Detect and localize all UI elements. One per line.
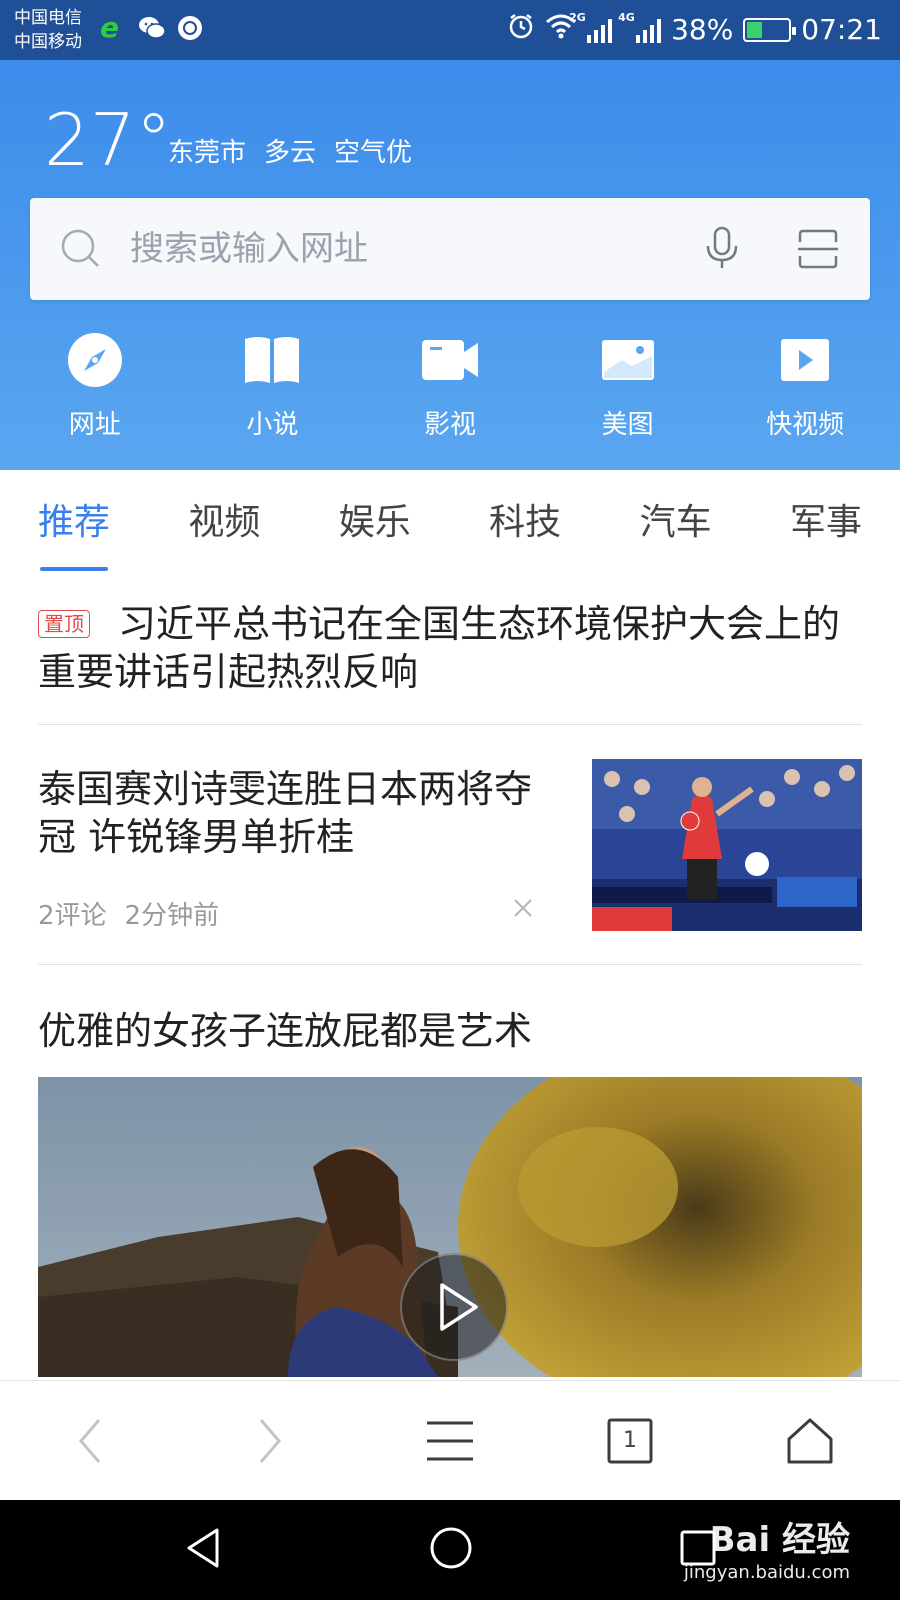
- quick-nav: 网址 小说 影视 美图 快视频: [0, 330, 900, 460]
- video-camera-icon: [420, 330, 480, 390]
- tab-video[interactable]: 视频: [188, 493, 260, 557]
- tab-entertainment[interactable]: 娱乐: [339, 493, 411, 557]
- baidu-watermark: Bai 经验 jingyan.baidu.com: [660, 1500, 860, 1600]
- status-indicators: 2G 4G 38% 07:21: [507, 11, 882, 47]
- weather-city: 东莞市: [168, 138, 247, 168]
- browser-toolbar: 1: [0, 1380, 900, 1500]
- chevron-left-icon: [79, 1418, 101, 1463]
- watermark-logo: Bai 经验: [709, 1520, 850, 1560]
- video-thumbnail[interactable]: [38, 1077, 862, 1377]
- network-type-2: 4G: [618, 10, 635, 24]
- browser-e-icon: e: [100, 11, 119, 44]
- circle-home-icon: [430, 1527, 472, 1569]
- microphone-icon[interactable]: [704, 226, 740, 276]
- pinned-badge: 置顶: [38, 610, 90, 638]
- menu-button[interactable]: [410, 1401, 490, 1481]
- browser-home-header: 27° 东莞市 多云 空气优 搜索或输入网址 网址 小说 影视 美图 快视频: [0, 60, 900, 470]
- tab-recommended[interactable]: 推荐: [38, 493, 110, 571]
- quick-nav-label: 美图: [601, 410, 654, 440]
- article-title: 泰国赛刘诗雯连胜日本两将夺冠 许锐锋男单折桂: [38, 767, 533, 859]
- tab-military[interactable]: 军事: [790, 493, 862, 557]
- search-icon: [60, 228, 102, 274]
- system-back-button[interactable]: [183, 1526, 223, 1574]
- tabs-button[interactable]: 1: [590, 1401, 670, 1481]
- status-bar: 中国电信 中国移动 e 2G 4G 38% 07:21: [0, 0, 900, 60]
- weather-info[interactable]: 东莞市 多云 空气优: [168, 132, 412, 169]
- search-bar[interactable]: 搜索或输入网址: [30, 198, 870, 300]
- system-home-button[interactable]: [429, 1526, 473, 1574]
- play-video-icon: [775, 330, 835, 390]
- pinned-article[interactable]: 置顶 习近平总书记在全国生态环境保护大会上的重要讲话引起热烈反响: [38, 600, 862, 725]
- book-icon: [242, 330, 302, 390]
- picture-icon: [598, 330, 658, 390]
- quick-nav-label: 小说: [246, 410, 299, 440]
- watermark-url: jingyan.baidu.com: [683, 1562, 850, 1583]
- network-type-1: 2G: [569, 10, 586, 24]
- quick-nav-websites[interactable]: 网址: [15, 330, 175, 460]
- quick-nav-novels[interactable]: 小说: [192, 330, 352, 460]
- category-tabs: 推荐 视频 娱乐 科技 汽车 军事: [0, 470, 900, 580]
- search-input[interactable]: 搜索或输入网址: [130, 228, 368, 270]
- compass-icon: [65, 330, 125, 390]
- news-article[interactable]: 泰国赛刘诗雯连胜日本两将夺冠 许锐锋男单折桂 2评论 2分钟前: [38, 725, 862, 965]
- article-meta: 2评论 2分钟前: [38, 895, 219, 932]
- comment-count: 2评论: [38, 901, 107, 931]
- alarm-icon: [507, 12, 535, 47]
- clock: 07:21: [801, 13, 882, 46]
- carrier-1: 中国电信: [14, 8, 82, 28]
- article-title: 置顶 习近平总书记在全国生态环境保护大会上的重要讲话引起热烈反响: [38, 600, 862, 696]
- forward-button[interactable]: [230, 1401, 310, 1481]
- back-button[interactable]: [50, 1401, 130, 1481]
- triangle-back-icon: [187, 1528, 219, 1568]
- news-feed: 置顶 习近平总书记在全国生态环境保护大会上的重要讲话引起热烈反响 泰国赛刘诗雯连胜…: [38, 600, 862, 1377]
- messenger-icon: [176, 14, 204, 42]
- video-article[interactable]: 优雅的女孩子连放屁都是艺术: [38, 965, 862, 1377]
- wechat-icon: [138, 14, 166, 42]
- quick-nav-movies[interactable]: 影视: [370, 330, 530, 460]
- tab-auto[interactable]: 汽车: [640, 493, 712, 557]
- quick-nav-label: 影视: [423, 410, 476, 440]
- scan-icon[interactable]: [796, 228, 840, 274]
- notification-icons: e: [100, 14, 204, 42]
- signal-2-icon: 4G: [618, 11, 662, 43]
- battery-percent: 38%: [671, 13, 734, 46]
- quick-nav-label: 网址: [68, 410, 121, 440]
- carrier-2: 中国移动: [14, 32, 82, 52]
- quick-nav-label: 快视频: [766, 410, 845, 440]
- weather-condition: 多云: [264, 138, 317, 168]
- air-quality: 空气优: [334, 138, 413, 168]
- temperature[interactable]: 27°: [44, 100, 172, 180]
- home-button[interactable]: [770, 1401, 850, 1481]
- home-icon: [787, 1418, 833, 1463]
- tab-tech[interactable]: 科技: [489, 493, 561, 557]
- menu-icon: [427, 1421, 473, 1460]
- pinned-title: 习近平总书记在全国生态环境保护大会上的重要讲话引起热烈反响: [38, 602, 841, 694]
- close-icon[interactable]: [512, 897, 534, 923]
- quick-nav-short-video[interactable]: 快视频: [725, 330, 885, 460]
- tab-count: 1: [623, 1428, 637, 1453]
- signal-1-icon: 2G: [569, 11, 613, 43]
- chevron-right-icon: [259, 1418, 281, 1463]
- publish-time: 2分钟前: [124, 901, 220, 931]
- carrier-info: 中国电信 中国移动: [14, 6, 82, 54]
- article-title: 优雅的女孩子连放屁都是艺术: [38, 1009, 533, 1053]
- quick-nav-pictures[interactable]: 美图: [548, 330, 708, 460]
- play-button[interactable]: [400, 1253, 508, 1361]
- battery-level: [747, 21, 763, 38]
- battery-icon: [743, 17, 797, 42]
- table-tennis-thumbnail[interactable]: [592, 759, 862, 931]
